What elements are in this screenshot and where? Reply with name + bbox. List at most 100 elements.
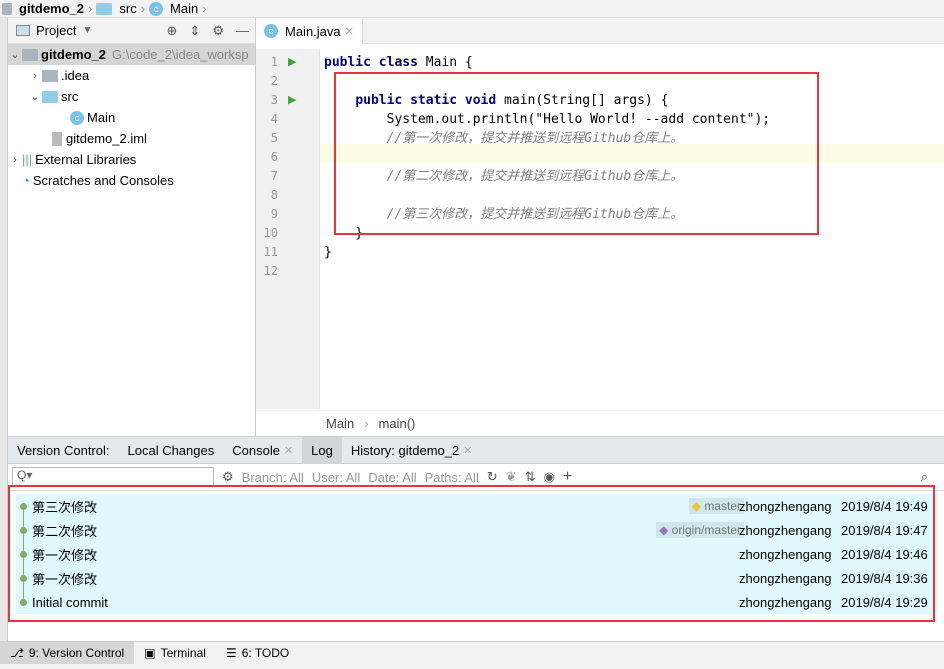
tool-window-bar: ⎇ 9: Version Control ▣ Terminal ☰ 6: TODO <box>0 641 944 665</box>
commit-author: zhongzhengang <box>739 498 832 514</box>
editor[interactable]: c Main.java ✕ 1 ▶ 2 3 ▶ 4 5 6 7 8 9 10 11 12 public cla… <box>256 18 944 436</box>
code-line: public static void main(String[] args) { <box>355 93 669 108</box>
tag-label: master <box>704 499 741 513</box>
code-line: //第二次修改，提交并推送到远程Github仓库上。 <box>324 169 684 184</box>
gear-icon[interactable]: ⚙ <box>222 469 234 485</box>
status-bar <box>0 664 944 669</box>
line-number: 7 <box>270 169 278 183</box>
date-filter[interactable]: Date: All <box>368 470 416 485</box>
editor-breadcrumb: Main › main() <box>256 410 944 436</box>
line-number: 12 <box>263 264 278 278</box>
commit-author: zhongzhengang <box>739 570 832 586</box>
locate-icon[interactable]: ⊕ <box>167 23 178 39</box>
commit-date: 2019/8/4 19:36 <box>841 570 928 586</box>
commit-row[interactable]: 第二次修改 ◆ origin/master zhongzhengang 2019/8/… <box>16 518 938 542</box>
code-line: } <box>324 245 332 260</box>
project-panel: Project ▼ ⊕ ⇕ ⚙ — ⌄ gitdemo_2 G:\code_2\idea_w… <box>8 18 256 436</box>
commit-row[interactable]: 第三次修改 ◆ master zhongzhengang 2019/8/4 19:49 <box>16 494 938 518</box>
commit-row[interactable]: 第一次修改 zhongzhengang 2019/8/4 19:46 <box>16 542 938 566</box>
line-number: 9 <box>270 207 278 221</box>
user-filter[interactable]: User: All <box>312 470 360 485</box>
tab-history[interactable]: History: gitdemo_2 ✕ <box>342 437 482 464</box>
tab-main-java[interactable]: c Main.java ✕ <box>256 18 363 44</box>
minimize-icon[interactable]: — <box>236 23 249 39</box>
folder-icon <box>42 69 58 82</box>
class-icon: c <box>264 24 278 38</box>
tree-item-src[interactable]: ⌄ src <box>8 86 255 107</box>
gutter: 1 ▶ 2 3 ▶ 4 5 6 7 8 9 10 11 12 <box>256 49 320 409</box>
project-icon <box>16 25 30 36</box>
code-line: //第三次修改，提交并推送到远程Github仓库上。 <box>324 207 684 222</box>
log-search-input[interactable]: Q▾ <box>12 467 214 487</box>
line-number: 3 <box>270 93 278 107</box>
crumb-main[interactable]: Main <box>170 1 198 16</box>
line-number: 6 <box>270 150 278 164</box>
branch-tag: ◆ origin/master <box>656 522 744 538</box>
commit-node <box>20 502 27 510</box>
tree-item-idea[interactable]: › .idea <box>8 65 255 86</box>
line-number: 5 <box>270 131 278 145</box>
commit-date: 2019/8/4 19:47 <box>841 522 928 538</box>
code-line: //第一次修改，提交并推送到远程Github仓库上。 <box>324 131 684 146</box>
todo-button[interactable]: ☰ 6: TODO <box>216 642 299 665</box>
add-icon[interactable]: + <box>563 468 572 486</box>
tree-item-libraries[interactable]: › ||| External Libraries <box>8 149 255 170</box>
commit-date: 2019/8/4 19:46 <box>841 546 928 562</box>
terminal-button[interactable]: ▣ Terminal <box>134 642 216 665</box>
nav-breadcrumb: gitdemo_2 › src › c Main › <box>0 0 944 18</box>
code-line: } <box>324 226 364 241</box>
project-view-selector[interactable]: Project <box>36 23 76 38</box>
paths-filter[interactable]: Paths: All <box>425 470 479 485</box>
module-icon <box>22 48 38 61</box>
class-icon: c <box>149 1 164 16</box>
version-control-button[interactable]: ⎇ 9: Version Control <box>0 641 135 665</box>
commit-node <box>20 574 27 582</box>
sort-icon[interactable]: ⇅ <box>525 469 536 485</box>
tree-item-iml[interactable]: gitdemo_2.iml <box>8 128 255 149</box>
tag-icon: ◆ <box>659 523 672 537</box>
left-tool-strip[interactable] <box>0 18 8 641</box>
commit-message: 第三次修改 <box>32 499 98 515</box>
tab-console[interactable]: Console ✕ <box>223 437 302 464</box>
vc-label: Version Control: <box>17 442 110 458</box>
crumb-src[interactable]: src <box>119 1 136 16</box>
crumb-project[interactable]: gitdemo_2 <box>19 1 84 16</box>
folder-icon <box>96 2 113 15</box>
tree-item-scratches[interactable]: ◔ Scratches and Consoles <box>8 170 255 191</box>
gear-icon[interactable]: ⚙ <box>212 23 224 39</box>
tab-local-changes[interactable]: Local Changes <box>119 437 224 464</box>
run-icon[interactable]: ▶ <box>288 55 296 68</box>
branch-filter[interactable]: Branch: All <box>242 470 304 485</box>
commit-node <box>20 550 27 558</box>
line-number: 10 <box>263 226 278 240</box>
search-icon[interactable]: ⌕ <box>921 469 928 485</box>
cherry-pick-icon[interactable]: ❦ <box>506 469 517 485</box>
commit-date: 2019/8/4 19:49 <box>841 498 928 514</box>
file-icon <box>52 131 62 146</box>
version-control-panel: Version Control: Local Changes Console ✕ … <box>8 436 944 641</box>
commit-message: Initial commit <box>32 594 108 610</box>
commit-author: zhongzhengang <box>739 522 832 538</box>
tree-item-main[interactable]: c Main <box>8 107 255 128</box>
close-icon: ✕ <box>463 444 473 457</box>
tab-log[interactable]: Log <box>302 436 342 464</box>
terminal-icon: ▣ <box>144 646 156 660</box>
collapse-icon[interactable]: ⇕ <box>189 23 200 39</box>
commit-row[interactable]: Initial commit zhongzhengang 2019/8/4 19:2… <box>16 590 938 614</box>
chevron-down-icon[interactable]: ▼ <box>82 25 92 36</box>
commit-message: 第一次修改 <box>32 571 98 587</box>
commit-row[interactable]: 第一次修改 zhongzhengang 2019/8/4 19:36 <box>16 566 938 590</box>
line-number: 11 <box>263 245 278 259</box>
tag-label: origin/master <box>671 523 741 537</box>
commit-date: 2019/8/4 19:29 <box>841 594 928 610</box>
line-number: 8 <box>270 188 278 202</box>
tree-item-gitdemo[interactable]: ⌄ gitdemo_2 G:\code_2\idea_worksp <box>8 44 255 65</box>
commit-node <box>20 598 27 606</box>
commit-node <box>20 526 27 534</box>
refresh-icon[interactable]: ↻ <box>487 469 498 485</box>
commit-message: 第一次修改 <box>32 547 98 563</box>
eye-icon[interactable]: ◉ <box>544 469 555 485</box>
scratches-icon: ◔ <box>22 173 30 188</box>
run-icon[interactable]: ▶ <box>288 93 296 106</box>
line-number: 2 <box>270 74 278 88</box>
